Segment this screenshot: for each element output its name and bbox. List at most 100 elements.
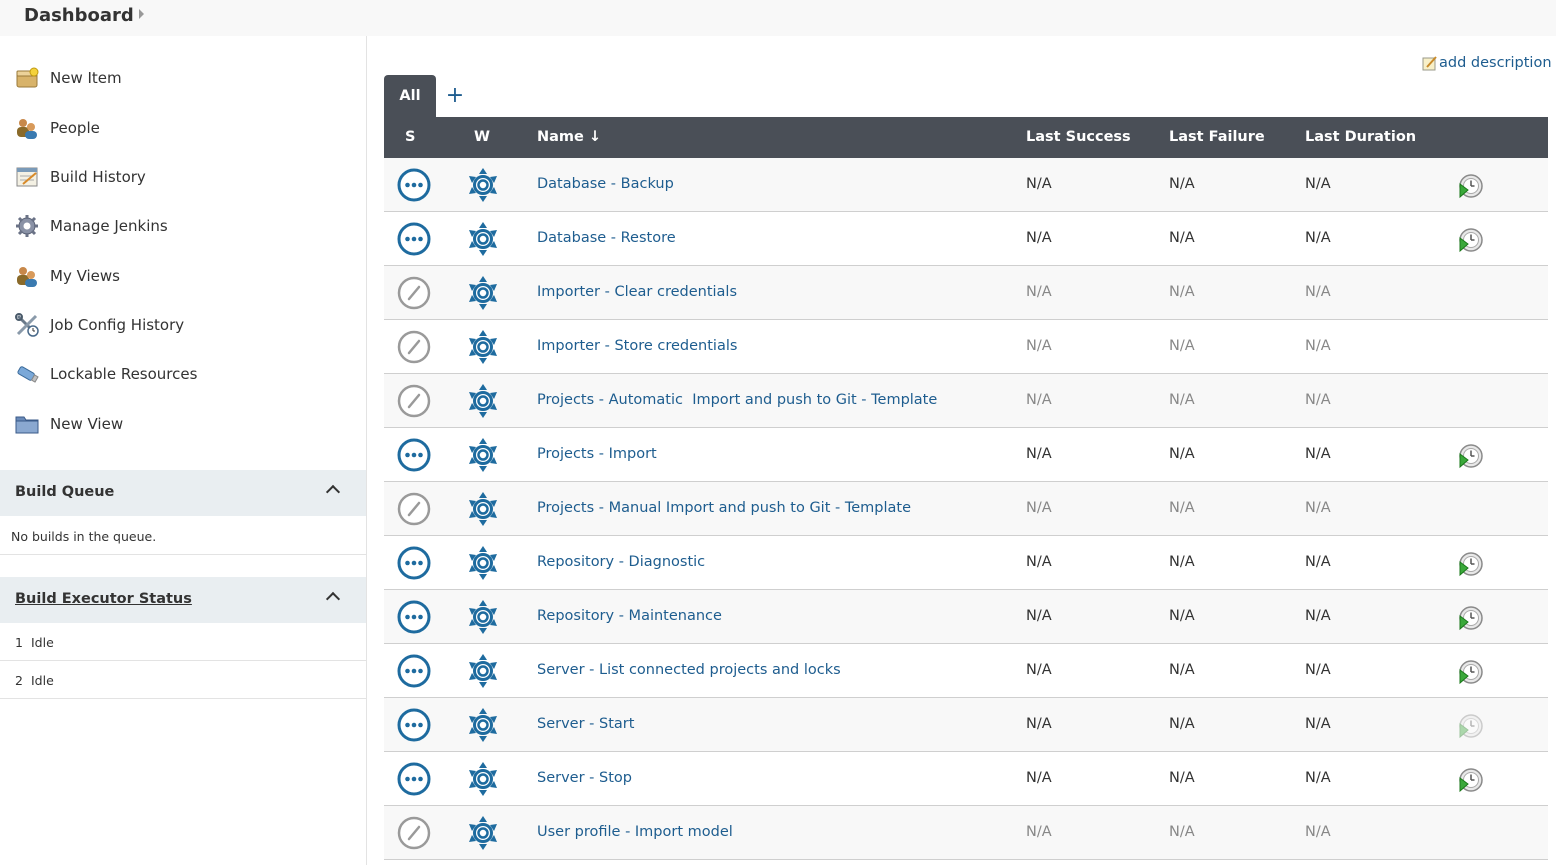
add-description-label: add description bbox=[1439, 55, 1552, 71]
column-header-last-failure[interactable]: Last Failure bbox=[1169, 129, 1265, 145]
last-duration-value: N/A bbox=[1305, 284, 1331, 300]
breadcrumb-bar: Dashboard bbox=[0, 0, 1556, 36]
column-header-last-duration[interactable]: Last Duration bbox=[1305, 129, 1416, 145]
people-icon bbox=[14, 264, 40, 288]
last-failure-value: N/A bbox=[1169, 608, 1195, 624]
schedule-build-icon[interactable] bbox=[1457, 604, 1485, 632]
build-queue-header: Build Queue bbox=[0, 470, 366, 516]
sidebar: New Item People Build History Manage Jen… bbox=[0, 36, 367, 865]
add-description-link[interactable]: add description bbox=[1422, 55, 1552, 71]
job-name-link[interactable]: Database - Restore bbox=[537, 230, 676, 246]
table-row: Projects - Import N/A N/A N/A bbox=[384, 428, 1548, 482]
table-row: Projects - Automatic Import and push to … bbox=[384, 374, 1548, 428]
last-duration-value: N/A bbox=[1305, 662, 1331, 678]
table-row: Database - Backup N/A N/A N/A bbox=[384, 158, 1548, 212]
sidebar-item-people[interactable]: People bbox=[14, 113, 100, 143]
jobs-table-header: S W Name ↓ Last Success Last Failure Las… bbox=[384, 117, 1548, 158]
last-success-value: N/A bbox=[1026, 554, 1052, 570]
last-success-value: N/A bbox=[1026, 338, 1052, 354]
column-header-last-success[interactable]: Last Success bbox=[1026, 129, 1131, 145]
new-item-icon bbox=[14, 66, 40, 90]
sidebar-item-label: My Views bbox=[50, 267, 120, 285]
last-failure-value: N/A bbox=[1169, 338, 1195, 354]
table-row: Importer - Store credentials N/A N/A N/A bbox=[384, 320, 1548, 374]
table-row: Repository - Maintenance N/A N/A N/A bbox=[384, 590, 1548, 644]
sidebar-item-job-config-history[interactable]: Job Config History bbox=[14, 310, 184, 340]
weather-report-icon bbox=[466, 653, 500, 689]
schedule-build-icon[interactable] bbox=[1457, 550, 1485, 578]
job-name-link[interactable]: Importer - Store credentials bbox=[537, 338, 737, 354]
sidebar-item-label: Job Config History bbox=[50, 316, 185, 334]
last-success-value: N/A bbox=[1026, 176, 1052, 192]
notepad-icon bbox=[14, 165, 40, 189]
sidebar-item-lockable-resources[interactable]: Lockable Resources bbox=[14, 359, 197, 389]
executor-number: 1 bbox=[15, 635, 23, 650]
sidebar-item-label: People bbox=[50, 119, 100, 137]
sidebar-item-new-view[interactable]: New View bbox=[14, 409, 123, 439]
tab-all[interactable]: All bbox=[384, 75, 436, 117]
weather-report-icon bbox=[466, 815, 500, 851]
last-success-value: N/A bbox=[1026, 230, 1052, 246]
job-name-link[interactable]: Repository - Maintenance bbox=[537, 608, 722, 624]
table-row: Server - List connected projects and loc… bbox=[384, 644, 1548, 698]
last-failure-value: N/A bbox=[1169, 662, 1195, 678]
job-name-link[interactable]: Database - Backup bbox=[537, 176, 674, 192]
last-duration-value: N/A bbox=[1305, 608, 1331, 624]
weather-report-icon bbox=[466, 491, 500, 527]
breadcrumb-dashboard[interactable]: Dashboard bbox=[24, 5, 134, 26]
not-built-status-icon bbox=[397, 600, 431, 634]
column-header-weather[interactable]: W bbox=[474, 129, 490, 145]
job-name-link[interactable]: Server - List connected projects and loc… bbox=[537, 662, 841, 678]
table-row: Server - Start N/A N/A N/A bbox=[384, 698, 1548, 752]
job-name-link[interactable]: Server - Start bbox=[537, 716, 634, 732]
executor-status: Idle bbox=[31, 673, 54, 688]
schedule-build-icon[interactable] bbox=[1457, 226, 1485, 254]
executor-status-header: Build Executor Status bbox=[0, 577, 366, 623]
job-name-link[interactable]: Server - Stop bbox=[537, 770, 632, 786]
job-name-link[interactable]: Projects - Manual Import and push to Git… bbox=[537, 500, 911, 516]
executor-status-title[interactable]: Build Executor Status bbox=[15, 591, 192, 607]
sidebar-item-label: New Item bbox=[50, 69, 122, 87]
table-row: Database - Restore N/A N/A N/A bbox=[384, 212, 1548, 266]
last-failure-value: N/A bbox=[1169, 770, 1195, 786]
schedule-build-icon[interactable] bbox=[1457, 766, 1485, 794]
job-name-link[interactable]: Repository - Diagnostic bbox=[537, 554, 705, 570]
build-queue-empty-text: No builds in the queue. bbox=[11, 529, 157, 544]
last-duration-value: N/A bbox=[1305, 446, 1331, 462]
sidebar-item-label: New View bbox=[50, 415, 124, 433]
column-header-name[interactable]: Name ↓ bbox=[537, 129, 601, 145]
column-header-status[interactable]: S bbox=[405, 129, 415, 145]
sidebar-item-new-item[interactable]: New Item bbox=[14, 63, 122, 93]
table-row: Server - Stop N/A N/A N/A bbox=[384, 752, 1548, 806]
breadcrumb-arrow-icon[interactable] bbox=[139, 9, 144, 19]
not-built-status-icon bbox=[397, 222, 431, 256]
last-duration-value: N/A bbox=[1305, 770, 1331, 786]
schedule-build-icon[interactable] bbox=[1457, 172, 1485, 200]
schedule-build-icon[interactable] bbox=[1457, 712, 1485, 740]
weather-report-icon bbox=[466, 221, 500, 257]
not-built-status-icon bbox=[397, 654, 431, 688]
schedule-build-icon[interactable] bbox=[1457, 658, 1485, 686]
job-name-link[interactable]: Projects - Import bbox=[537, 446, 657, 462]
collapse-chevron-icon[interactable] bbox=[325, 484, 341, 500]
schedule-build-icon[interactable] bbox=[1457, 442, 1485, 470]
job-name-link[interactable]: Importer - Clear credentials bbox=[537, 284, 737, 300]
executor-row: 1 Idle bbox=[0, 623, 366, 661]
table-row: Importer - Clear credentials N/A N/A N/A bbox=[384, 266, 1548, 320]
last-duration-value: N/A bbox=[1305, 716, 1331, 732]
disabled-status-icon bbox=[397, 276, 431, 310]
sidebar-item-my-views[interactable]: My Views bbox=[14, 261, 120, 291]
last-duration-value: N/A bbox=[1305, 392, 1331, 408]
sidebar-item-build-history[interactable]: Build History bbox=[14, 162, 146, 192]
not-built-status-icon bbox=[397, 762, 431, 796]
people-icon bbox=[14, 116, 40, 140]
add-view-tab[interactable]: + bbox=[445, 84, 465, 108]
job-name-link[interactable]: User profile - Import model bbox=[537, 824, 733, 840]
executor-status: Idle bbox=[31, 635, 54, 650]
table-row: User profile - Import model N/A N/A N/A bbox=[384, 806, 1548, 860]
collapse-chevron-icon[interactable] bbox=[325, 591, 341, 607]
not-built-status-icon bbox=[397, 168, 431, 202]
sidebar-item-manage-jenkins[interactable]: Manage Jenkins bbox=[14, 211, 168, 241]
job-name-link[interactable]: Projects - Automatic Import and push to … bbox=[537, 392, 937, 408]
weather-report-icon bbox=[466, 599, 500, 635]
